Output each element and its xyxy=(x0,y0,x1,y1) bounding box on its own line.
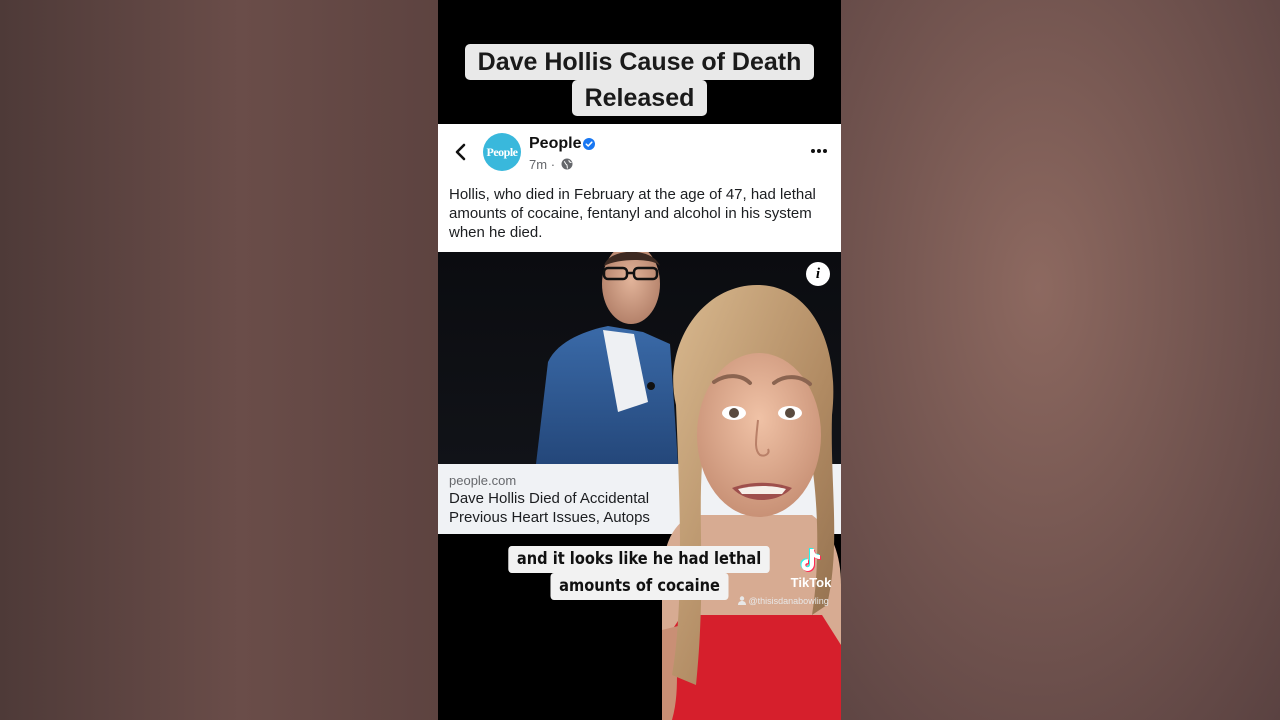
tiktok-watermark: TikTok xyxy=(788,546,834,596)
left-blurred-background xyxy=(0,0,438,720)
post-text: Hollis, who died in February at the age … xyxy=(449,186,816,241)
subtitle-overlay: and it looks like he had lethal amounts … xyxy=(438,546,841,600)
right-blurred-background xyxy=(841,0,1280,720)
subtitle-line-2: amounts of cocaine xyxy=(550,573,729,600)
more-horizontal-icon[interactable] xyxy=(810,148,828,154)
tiktok-brand: TikTok xyxy=(790,575,832,590)
post-meta: 7m · xyxy=(529,157,573,172)
subtitle-line-1: and it looks like he had lethal xyxy=(508,546,771,573)
title-line-2: Released xyxy=(571,80,708,116)
title-overlay: Dave Hollis Cause of Death Released xyxy=(438,44,841,116)
info-icon[interactable]: i xyxy=(806,262,830,286)
verified-badge-icon xyxy=(583,138,595,150)
link-title[interactable]: Dave Hollis Died of Accidental Previous … xyxy=(449,489,689,529)
creator-handle-text: @thisisdanabowling xyxy=(748,596,829,606)
meta-separator: · xyxy=(550,157,556,172)
globe-icon xyxy=(561,158,573,170)
post-time: 7m xyxy=(529,157,548,172)
creator-handle: @thisisdanabowling xyxy=(738,596,829,606)
tiktok-note-icon xyxy=(800,548,821,572)
chevron-left-icon[interactable] xyxy=(454,143,468,161)
page-name[interactable]: People xyxy=(529,135,581,153)
title-line-1: Dave Hollis Cause of Death xyxy=(464,44,815,80)
avatar[interactable]: People xyxy=(483,133,521,171)
video-frame[interactable]: Dave Hollis Cause of Death Released Peop… xyxy=(438,0,841,720)
link-domain: people.com xyxy=(449,473,517,488)
user-icon xyxy=(738,596,746,605)
creator-video xyxy=(662,285,841,720)
facebook-post: People People 7m · Hollis, who died in F… xyxy=(438,124,841,252)
